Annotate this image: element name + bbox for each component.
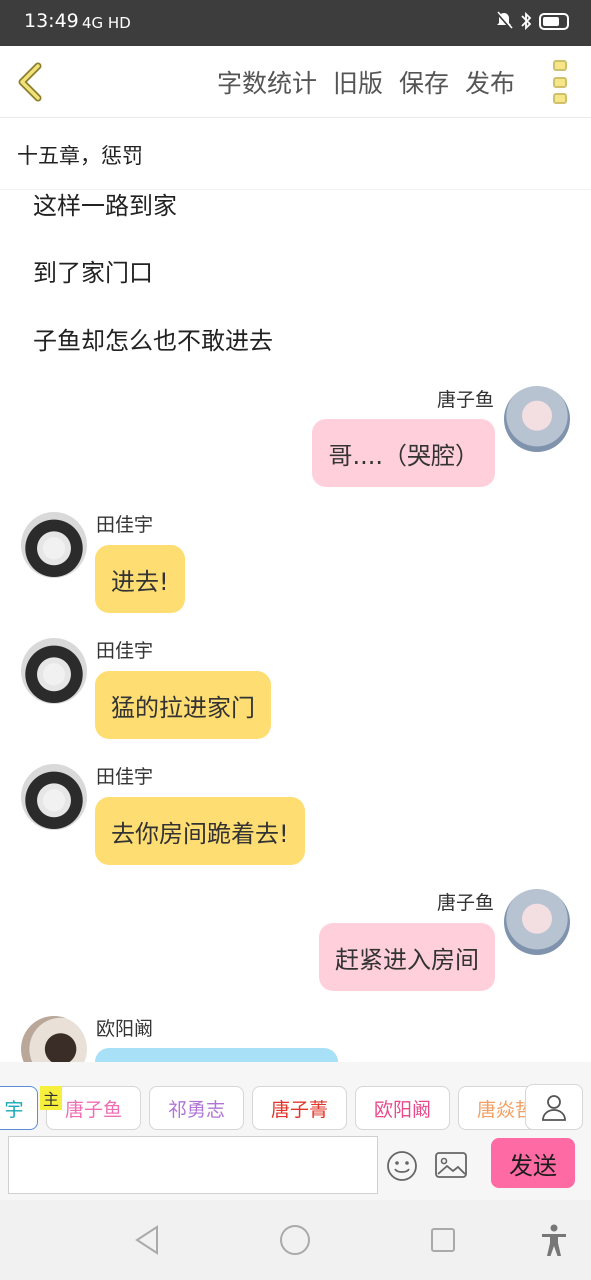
old-version-button[interactable]: 旧版 xyxy=(333,64,383,100)
nav-home-icon[interactable] xyxy=(279,1224,311,1256)
avatar-tang-ziyu[interactable] xyxy=(504,386,570,452)
toolbar-actions: 字数统计 旧版 保存 发布 xyxy=(217,64,515,100)
bluetooth-icon xyxy=(521,11,532,31)
status-bar: 13:49 4G HD xyxy=(0,0,591,46)
avatar-tang-ziyu[interactable] xyxy=(504,889,570,955)
character-chip[interactable]: 欧阳阚 xyxy=(355,1086,450,1130)
publish-button[interactable]: 发布 xyxy=(465,64,515,100)
avatar-tian-jiayu[interactable] xyxy=(21,638,87,704)
status-time: 13:49 xyxy=(24,10,79,32)
editor-toolbar: 字数统计 旧版 保存 发布 xyxy=(0,46,591,118)
image-icon[interactable] xyxy=(434,1150,468,1180)
narration-line: 这样一路到家 xyxy=(33,192,177,220)
system-nav-bar xyxy=(0,1200,591,1280)
host-badge: 主 xyxy=(40,1086,62,1110)
screen: 13:49 4G HD 字数统计 旧版 保存 发布 十五章，惩罚 这样一路到家 … xyxy=(0,0,591,1280)
message-bubble[interactable]: 去你房间跪着去! xyxy=(95,797,305,865)
message-bubble[interactable]: 进去! xyxy=(95,545,185,613)
chapter-title-bar[interactable]: 十五章，惩罚 xyxy=(0,118,591,190)
word-count-button[interactable]: 字数统计 xyxy=(217,64,317,100)
person-icon xyxy=(542,1095,566,1121)
character-chip[interactable]: 宇 xyxy=(0,1086,38,1130)
battery-icon xyxy=(539,12,569,30)
manage-characters-button[interactable] xyxy=(525,1084,583,1130)
composer: 发送 xyxy=(0,1132,591,1200)
message-bubble[interactable]: 哥....（哭腔） xyxy=(312,419,495,487)
speaker-name: 欧阳阚 xyxy=(96,1018,154,1040)
speaker-name: 田佳宇 xyxy=(96,766,154,788)
status-icons xyxy=(495,11,569,31)
message-input[interactable] xyxy=(8,1136,378,1194)
speaker-name: 田佳宇 xyxy=(96,640,154,662)
message-bubble[interactable]: 猛的拉进家门 xyxy=(95,671,271,739)
network-indicator: 4G HD xyxy=(82,14,131,32)
silent-icon xyxy=(496,11,513,30)
more-icon[interactable] xyxy=(553,60,569,104)
message-bubble[interactable]: 赶紧进入房间 xyxy=(319,923,495,991)
narration-line: 到了家门口 xyxy=(33,259,153,287)
chapter-title: 十五章，惩罚 xyxy=(17,144,143,168)
save-button[interactable]: 保存 xyxy=(399,64,449,100)
narration-line: 子鱼却怎么也不敢进去 xyxy=(33,327,273,355)
nav-back-icon[interactable] xyxy=(133,1224,163,1256)
nav-recents-icon[interactable] xyxy=(430,1227,456,1253)
back-icon[interactable] xyxy=(14,60,48,104)
speaker-name: 田佳宇 xyxy=(96,514,154,536)
emoji-icon[interactable] xyxy=(386,1150,418,1182)
speaker-name: 唐子鱼 xyxy=(436,892,494,914)
avatar-tian-jiayu[interactable] xyxy=(21,512,87,578)
send-button[interactable]: 发送 xyxy=(491,1138,575,1188)
character-chip[interactable]: 祁勇志 xyxy=(149,1086,244,1130)
character-selector: 宇 唐子鱼 主 祁勇志 唐子菁 欧阳阚 唐焱哲 xyxy=(0,1062,591,1132)
speaker-name: 唐子鱼 xyxy=(436,389,494,411)
avatar-ouyang-kan[interactable] xyxy=(21,1016,87,1062)
avatar-tian-jiayu[interactable] xyxy=(21,764,87,830)
story-content[interactable]: 这样一路到家 到了家门口 子鱼却怎么也不敢进去 唐子鱼 哥....（哭腔） 田佳… xyxy=(0,190,591,1062)
character-chip[interactable]: 唐子菁 xyxy=(252,1086,347,1130)
accessibility-icon[interactable] xyxy=(540,1224,568,1258)
message-bubble[interactable] xyxy=(95,1048,338,1062)
